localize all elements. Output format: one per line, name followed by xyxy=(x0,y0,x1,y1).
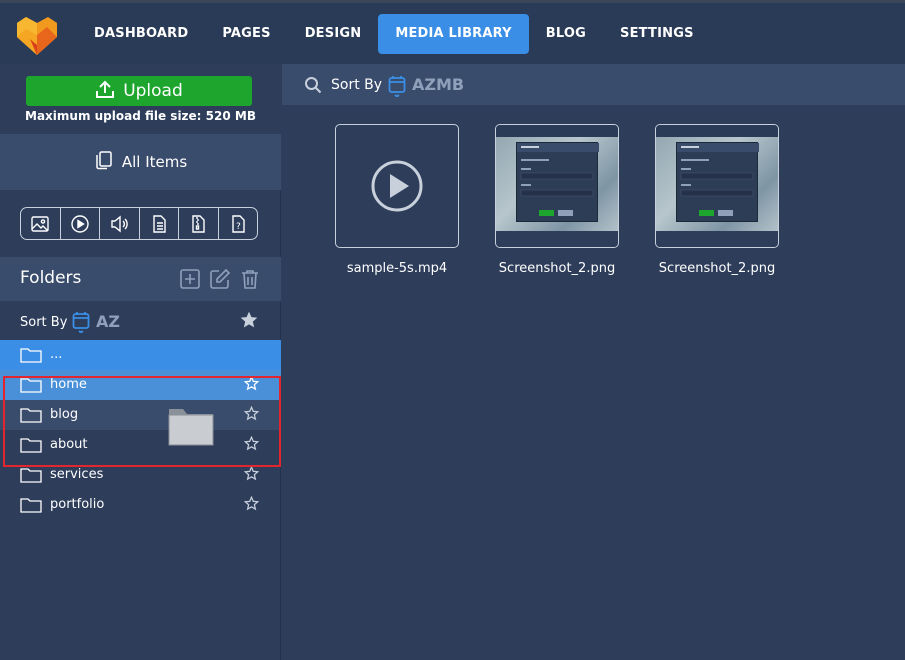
main-nav: DASHBOARD PAGES DESIGN MEDIA LIBRARY BLO… xyxy=(77,14,711,54)
folder-icon xyxy=(20,497,42,517)
folder-sort-row: Sort By AZ xyxy=(0,307,281,337)
upload-button[interactable]: Upload xyxy=(26,76,252,106)
star-icon[interactable] xyxy=(243,465,260,485)
media-sort-label: Sort By xyxy=(331,77,383,93)
nav-dashboard[interactable]: DASHBOARD xyxy=(77,14,205,54)
all-items-label: All Items xyxy=(121,153,188,171)
filter-document-button[interactable] xyxy=(140,208,179,239)
folder-row-root[interactable]: ... xyxy=(0,340,281,370)
sort-size-button[interactable]: MB xyxy=(436,75,464,94)
folders-title: Folders xyxy=(20,268,82,288)
media-file-name: sample-5s.mp4 xyxy=(346,261,448,276)
sort-date-icon[interactable] xyxy=(388,75,406,101)
media-tile[interactable]: sample-5s.mp4 xyxy=(335,124,459,276)
media-tile[interactable]: Screenshot_2.png xyxy=(495,124,619,276)
folders-header: Folders xyxy=(0,257,281,301)
folder-name: services xyxy=(50,467,104,482)
add-folder-icon[interactable] xyxy=(179,268,201,294)
thumbnail-dialog-preview xyxy=(516,142,599,222)
filter-archive-button[interactable] xyxy=(179,208,219,239)
delete-folder-icon[interactable] xyxy=(239,268,261,294)
top-bar: DASHBOARD PAGES DESIGN MEDIA LIBRARY BLO… xyxy=(0,0,905,64)
thumbnail-dialog-preview xyxy=(676,142,759,222)
filter-audio-button[interactable] xyxy=(100,208,140,239)
media-tile[interactable]: Screenshot_2.png xyxy=(655,124,779,276)
favorites-star-icon[interactable] xyxy=(239,310,259,334)
nav-media-library[interactable]: MEDIA LIBRARY xyxy=(378,14,529,54)
folder-sort-label: Sort By xyxy=(20,315,68,330)
upload-size-note: Maximum upload file size: 520 MB xyxy=(25,109,256,123)
filter-unknown-button[interactable]: ? xyxy=(219,208,258,239)
nav-pages[interactable]: PAGES xyxy=(205,14,287,54)
star-icon[interactable] xyxy=(243,495,260,515)
svg-text:?: ? xyxy=(236,222,241,232)
media-file-name: Screenshot_2.png xyxy=(658,261,776,276)
play-icon xyxy=(371,160,423,212)
sort-az-button[interactable]: AZ xyxy=(96,312,120,331)
folder-actions xyxy=(179,268,261,294)
unknown-file-icon: ? xyxy=(232,214,245,233)
all-items-button[interactable]: All Items xyxy=(0,134,281,190)
image-icon xyxy=(31,215,49,232)
document-icon xyxy=(153,214,166,233)
folder-name: portfolio xyxy=(50,497,105,512)
edit-folder-icon[interactable] xyxy=(209,268,231,294)
media-file-name: Screenshot_2.png xyxy=(498,261,616,276)
upload-area: Upload Maximum upload file size: 520 MB xyxy=(0,64,281,134)
sort-date-icon[interactable] xyxy=(72,311,90,337)
filter-video-button[interactable] xyxy=(61,208,100,239)
sidebar: Upload Maximum upload file size: 520 MB … xyxy=(0,64,281,660)
folder-name: ... xyxy=(50,347,63,362)
sort-az-button[interactable]: AZ xyxy=(412,75,436,94)
video-thumbnail[interactable] xyxy=(335,124,459,248)
upload-label: Upload xyxy=(123,81,183,101)
nav-blog[interactable]: BLOG xyxy=(529,14,603,54)
files-icon xyxy=(94,150,114,174)
folder-icon xyxy=(20,467,42,487)
media-sort-bar: Sort By AZ MB xyxy=(282,64,905,105)
filter-image-button[interactable] xyxy=(21,208,61,239)
image-thumbnail[interactable] xyxy=(655,124,779,248)
type-filter-group: ? xyxy=(20,207,258,240)
upload-icon xyxy=(95,79,115,104)
nav-settings[interactable]: SETTINGS xyxy=(603,14,711,54)
audio-icon xyxy=(111,215,129,232)
selection-outline xyxy=(3,376,281,467)
folder-icon xyxy=(20,347,42,367)
image-thumbnail[interactable] xyxy=(495,124,619,248)
nav-design[interactable]: DESIGN xyxy=(288,14,379,54)
archive-icon xyxy=(192,214,205,233)
app-logo[interactable] xyxy=(16,15,58,57)
search-icon[interactable] xyxy=(304,76,322,98)
media-panel: Sort By AZ MB sample-5s.mp4 Screenshot_2… xyxy=(282,64,905,660)
folder-row-portfolio[interactable]: portfolio xyxy=(0,490,281,520)
video-icon xyxy=(71,214,89,233)
